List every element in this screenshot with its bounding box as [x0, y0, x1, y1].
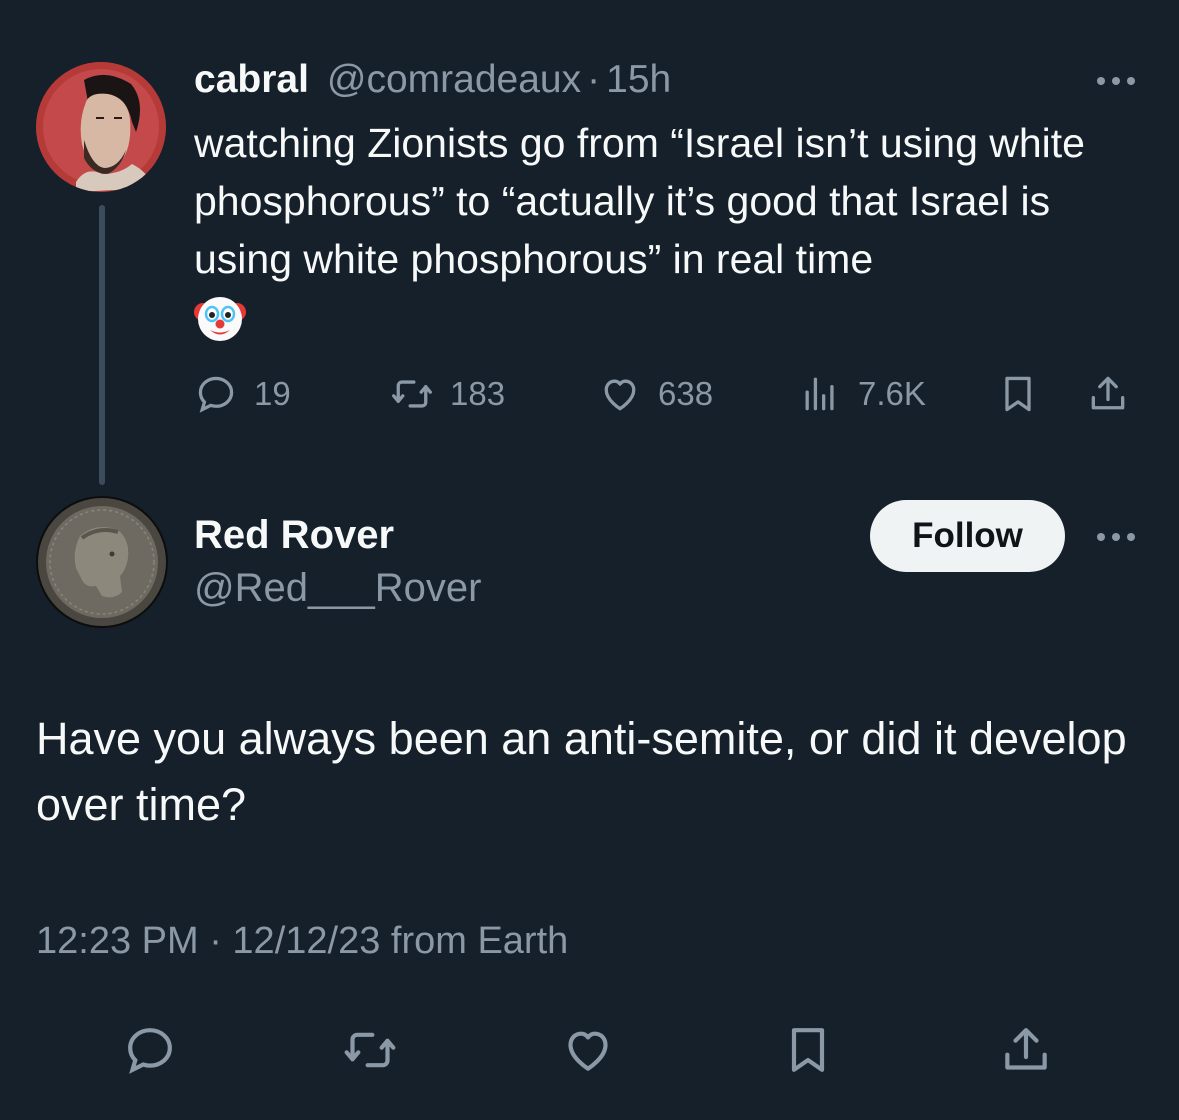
tweet-text: Have you always been an anti-semite, or …	[36, 713, 1127, 830]
share-button[interactable]	[994, 1018, 1058, 1082]
follow-button[interactable]: Follow	[870, 500, 1065, 572]
bookmark-button[interactable]	[776, 1018, 840, 1082]
more-options-icon[interactable]	[1090, 522, 1142, 552]
views-button[interactable]: 7.6K	[798, 368, 926, 420]
tweet-actions	[0, 1018, 1179, 1082]
repost-icon	[392, 380, 432, 408]
display-name[interactable]: Red Rover	[194, 513, 394, 558]
tweet-actions: 19 183 638 7.6K	[194, 368, 1139, 420]
tweet-text: watching Zionists go from “Israel isn’t …	[194, 120, 1085, 282]
like-button[interactable]: 638	[598, 368, 713, 420]
view-count: 7.6K	[858, 375, 926, 412]
separator-dot: ·	[587, 58, 601, 101]
repost-button[interactable]	[338, 1018, 402, 1082]
thread-connector-line	[99, 205, 105, 485]
user-handle[interactable]: @Red___Rover	[194, 566, 481, 611]
share-icon	[1005, 1028, 1047, 1070]
tweet-thread: cabral @comradeaux · 15h watching Zionis…	[0, 0, 1179, 1120]
like-button[interactable]	[556, 1018, 620, 1082]
bookmark-icon	[1005, 376, 1031, 412]
heart-icon	[604, 379, 636, 411]
tweet-header: cabral @comradeaux · 15h	[194, 58, 671, 110]
analytics-icon	[805, 377, 834, 411]
share-button[interactable]	[1086, 368, 1130, 420]
tweet-timestamp[interactable]: 12:23 PM · 12/12/23 from Earth	[36, 920, 568, 963]
clown-face-icon	[194, 292, 246, 344]
display-name[interactable]: cabral	[194, 58, 309, 102]
bookmark-button[interactable]	[996, 368, 1040, 420]
tweet-time[interactable]: 15h	[606, 58, 671, 102]
repost-count: 183	[450, 375, 506, 412]
avatar[interactable]	[36, 62, 166, 192]
avatar[interactable]	[36, 496, 168, 628]
like-count: 638	[658, 375, 714, 412]
reply-button[interactable]: 19	[194, 368, 291, 420]
bookmark-icon	[791, 1028, 825, 1072]
more-options-icon[interactable]	[1090, 66, 1142, 96]
heart-icon	[568, 1031, 608, 1071]
reply-icon	[198, 376, 234, 413]
repost-icon	[344, 1032, 396, 1068]
reply-icon	[128, 1028, 172, 1074]
reply-count: 19	[254, 375, 291, 412]
share-icon	[1091, 376, 1125, 410]
user-handle[interactable]: @comradeaux	[327, 58, 581, 102]
repost-button[interactable]: 183	[390, 368, 505, 420]
reply-button[interactable]	[118, 1018, 182, 1082]
